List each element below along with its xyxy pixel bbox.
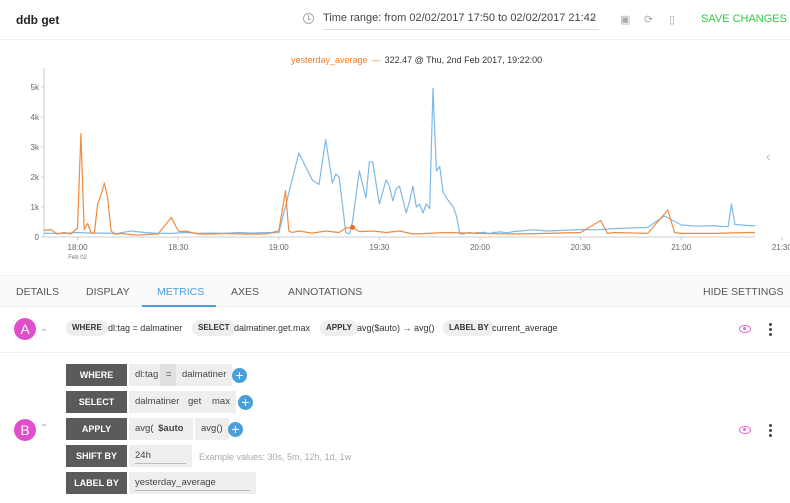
select-part[interactable]: get <box>182 391 208 413</box>
x-tick-label: 21:30 <box>772 243 790 252</box>
select-value[interactable]: dalmatiner.get.max <box>234 323 310 333</box>
x-tick-label: 19:30 <box>369 243 390 252</box>
x-tick-label: 21:00 <box>671 243 692 252</box>
select-label: SELECT <box>66 391 127 413</box>
chart-legend: yesterday_average —322.47 @ Thu, 2nd Feb … <box>291 55 542 65</box>
divider <box>0 352 790 353</box>
x-tick-label: 20:30 <box>571 243 592 252</box>
more-vert-icon[interactable] <box>769 424 773 439</box>
where-value[interactable]: dl:tag = dalmatiner <box>108 323 182 333</box>
select-part[interactable]: dalmatiner <box>129 391 186 413</box>
apply-function[interactable]: avg( $auto ) <box>129 418 193 456</box>
apply-fn-open: avg( <box>135 423 154 434</box>
add-apply-button[interactable]: + <box>228 422 243 437</box>
apply-arg[interactable]: $auto <box>158 423 183 434</box>
label-by-input[interactable]: yesterday_average <box>129 472 256 494</box>
clock-icon <box>303 13 314 24</box>
line-chart[interactable]: 0 1k 2k 3k 4k 5k 18:00 18:30 19:00 19:30 20:00 20:3… <box>0 66 790 266</box>
x-date-label: Feb 02 <box>68 255 87 261</box>
chevron-left-icon[interactable]: ‹ <box>766 148 771 164</box>
y-tick-label: 2k <box>31 173 40 182</box>
apply-value[interactable]: avg($auto) → avg() <box>357 323 435 333</box>
series-line-yesterday-average <box>43 132 755 236</box>
x-tick-label: 20:00 <box>470 243 491 252</box>
series-line-current-average <box>44 87 755 235</box>
chevron-up-icon[interactable]: ⌃ <box>40 423 48 434</box>
apply-function-2[interactable]: avg() <box>195 418 229 440</box>
hide-settings-button[interactable]: HIDE SETTINGS <box>703 286 784 298</box>
where-label: WHERE <box>66 364 127 386</box>
trash-icon[interactable]: ▯ <box>669 13 675 26</box>
chevron-down-icon[interactable]: ⌄ <box>589 12 597 23</box>
y-tick-label: 0 <box>35 233 40 242</box>
time-range-select[interactable]: Time range: from 02/02/2017 17:50 to 02/… <box>323 10 599 30</box>
legend-dash: — <box>371 55 381 65</box>
dashboard-title: ddb get <box>16 13 60 27</box>
y-tick-label: 4k <box>31 113 40 122</box>
legend-value: 322.47 @ Thu, 2nd Feb 2017, 19:22:00 <box>384 55 543 65</box>
where-operator[interactable]: = <box>160 364 178 386</box>
where-tag[interactable]: dl:tag <box>129 364 165 386</box>
shift-by-hint: Example values: 30s, 5m, 12h, 1d, 1w <box>199 452 352 462</box>
y-tick-label: 1k <box>31 203 40 212</box>
where-pill: WHERE <box>66 320 108 336</box>
apply-label: APPLY <box>66 418 127 440</box>
apply-pill: APPLY <box>320 320 358 336</box>
tab-annotations[interactable]: ANNOTATIONS <box>288 286 362 298</box>
select-pill: SELECT <box>192 320 236 336</box>
eye-icon[interactable] <box>739 325 751 333</box>
more-vert-icon[interactable] <box>769 323 773 338</box>
shift-by-input[interactable]: 24h <box>129 445 192 467</box>
image-icon[interactable]: ▣ <box>620 13 630 26</box>
tab-axes[interactable]: AXES <box>231 286 259 298</box>
active-tab-indicator <box>142 305 216 307</box>
x-tick-label: 19:00 <box>269 243 290 252</box>
add-select-button[interactable]: + <box>238 395 253 410</box>
tab-metrics[interactable]: METRICS <box>157 286 204 298</box>
y-tick-label: 3k <box>31 143 40 152</box>
chevron-down-icon[interactable]: ⌄ <box>40 323 48 334</box>
shift-by-label: SHIFT BY <box>66 445 127 467</box>
top-bar: ddb get Time range: from 02/02/2017 17:5… <box>0 0 790 40</box>
chart-series <box>43 87 755 236</box>
save-changes-button[interactable]: SAVE CHANGES <box>701 13 787 25</box>
query-b-badge: B <box>14 419 36 441</box>
add-where-button[interactable]: + <box>232 368 247 383</box>
query-a-badge: A <box>14 318 36 340</box>
tab-display[interactable]: DISPLAY <box>86 286 130 298</box>
eye-icon[interactable] <box>739 426 751 434</box>
hover-point <box>350 224 356 230</box>
legend-series-name: yesterday_average <box>291 55 368 65</box>
label-by-label: LABEL BY <box>66 472 127 494</box>
y-tick-label: 5k <box>31 83 40 92</box>
refresh-icon[interactable]: ⟳ <box>644 13 653 26</box>
select-part[interactable]: max <box>206 391 236 413</box>
x-tick-label: 18:00 <box>68 243 89 252</box>
settings-tabs: DETAILS DISPLAY METRICS AXES ANNOTATIONS… <box>0 275 790 307</box>
where-value[interactable]: dalmatiner <box>176 364 233 386</box>
label-by-pill: LABEL BY <box>443 320 495 336</box>
x-tick-label: 18:30 <box>168 243 189 252</box>
tab-details[interactable]: DETAILS <box>16 286 59 298</box>
label-by-value[interactable]: current_average <box>492 323 558 333</box>
